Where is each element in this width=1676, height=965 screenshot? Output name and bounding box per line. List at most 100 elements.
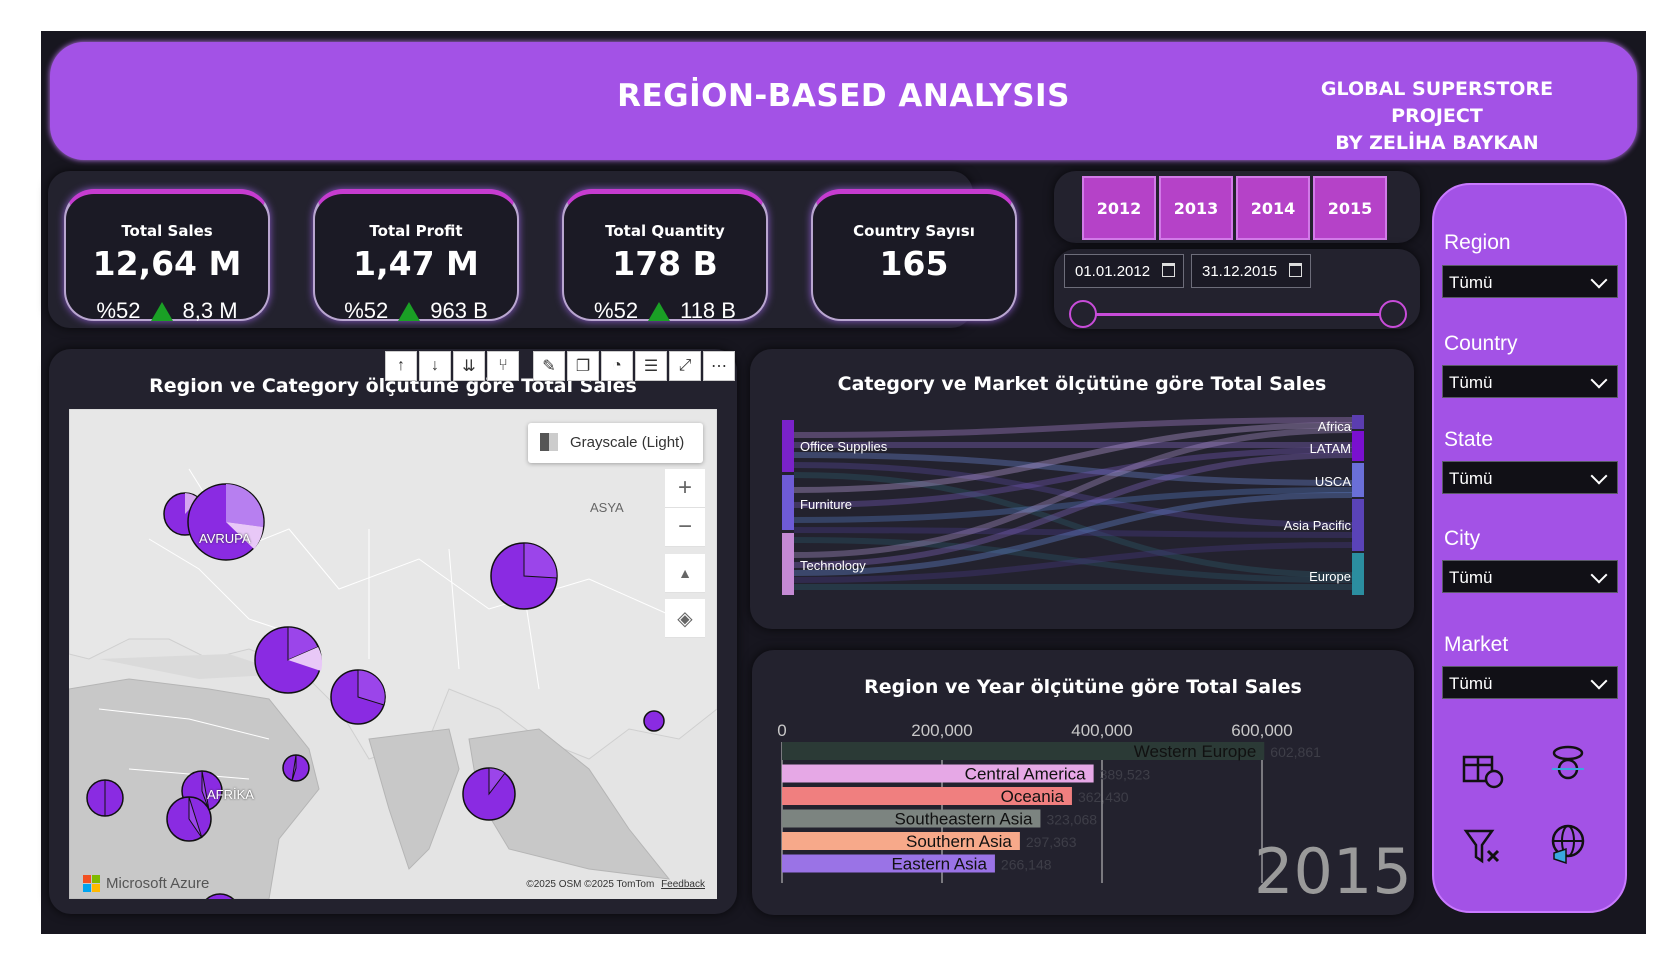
kpi-card-country-count[interactable]: Country Sayısı 165: [811, 189, 1017, 321]
up-arrow-icon: [398, 301, 421, 321]
map-style-picker[interactable]: Grayscale (Light): [528, 423, 703, 463]
sankey-node-africa[interactable]: [1352, 415, 1364, 429]
start-date-input[interactable]: 01.01.2012: [1064, 254, 1184, 288]
bar-category-label: Oceania: [1001, 787, 1065, 806]
sankey-node-furniture[interactable]: [782, 475, 794, 530]
year-button-2015[interactable]: 2015: [1313, 176, 1387, 240]
sankey-left-label-technology: Technology: [800, 558, 866, 573]
year-button-2014[interactable]: 2014: [1236, 176, 1310, 240]
date-slider-start-handle[interactable]: [1069, 300, 1097, 328]
map-style-label: Grayscale (Light): [570, 434, 685, 451]
bar-value-label: 389,523: [1100, 767, 1151, 783]
calendar-icon[interactable]: [1162, 263, 1175, 277]
focus-icon[interactable]: ⤢: [669, 351, 701, 381]
kpi-card-total-profit[interactable]: Total Profit 1,47 M %52 963 B: [313, 189, 519, 324]
sankey-left-label-office: Office Supplies: [800, 439, 888, 454]
kpi-value: 178 B: [612, 244, 718, 283]
pie-marker-africa-south: [166, 796, 212, 842]
person-filter-icon[interactable]: [1546, 743, 1590, 787]
year-button-2012[interactable]: 2012: [1082, 176, 1156, 240]
copy-icon[interactable]: ❐: [567, 351, 599, 381]
map-attribution: ©2025 OSM ©2025 TomTom Feedback: [526, 879, 705, 890]
year-button-2013[interactable]: 2013: [1159, 176, 1233, 240]
city-dropdown-value: Tümü: [1449, 568, 1493, 587]
kpi-card-total-quantity[interactable]: Total Quantity 178 B %52 118 B: [562, 189, 768, 323]
fork-icon[interactable]: ⑂: [487, 351, 519, 381]
x-tick-label: 0: [777, 722, 786, 740]
kpi-value: 1,47 M: [353, 244, 479, 283]
kpi-label: Total Quantity: [605, 222, 725, 240]
zoom-in-icon[interactable]: +: [665, 469, 705, 508]
globe-megaphone-icon[interactable]: [1546, 823, 1590, 867]
region-dropdown[interactable]: Tümü: [1442, 265, 1618, 298]
kpi-footer: %52 963 B: [315, 298, 517, 324]
sankey-node-latam[interactable]: [1352, 431, 1364, 461]
expand-all-icon[interactable]: ⇊: [453, 351, 485, 381]
filter-label-state: State: [1444, 428, 1494, 451]
state-dropdown[interactable]: Tümü: [1442, 461, 1618, 494]
date-slider-end-handle[interactable]: [1379, 300, 1407, 328]
sankey-node-technology[interactable]: [782, 533, 794, 595]
region-dropdown-value: Tümü: [1449, 273, 1493, 292]
x-tick-label: 600,000: [1231, 722, 1292, 740]
kpi-value: 165: [879, 244, 949, 283]
calendar-icon[interactable]: [1289, 263, 1302, 277]
city-dropdown[interactable]: Tümü: [1442, 560, 1618, 593]
drill-down-icon[interactable]: ↓: [419, 351, 451, 381]
microsoft-logo-icon: [83, 875, 100, 892]
more-icon[interactable]: ⋯: [703, 351, 735, 381]
sankey-node-europe[interactable]: [1352, 553, 1364, 595]
date-slider-track[interactable]: [1083, 313, 1393, 316]
land-india: [368, 728, 460, 870]
sankey-node-usca[interactable]: [1352, 463, 1364, 497]
sankey-title: Category ve Market ölçütüne göre Total S…: [837, 373, 1327, 395]
kpi-label: Total Sales: [121, 222, 213, 240]
map-feedback-link[interactable]: Feedback: [661, 879, 705, 890]
map-visual[interactable]: AVRUPA ASYA AFRİKA Grayscale (Light) + −…: [69, 409, 717, 899]
map-style-icon: [540, 433, 558, 451]
chevron-down-icon: [1590, 371, 1608, 389]
market-dropdown[interactable]: Tümü: [1442, 666, 1618, 699]
chevron-down-icon: [1590, 566, 1608, 584]
up-arrow-icon: [150, 301, 173, 321]
region-label-asia: ASYA: [590, 500, 624, 515]
filter-label-city: City: [1444, 527, 1481, 550]
drill-up-icon[interactable]: ↑: [385, 351, 417, 381]
region-label-europe: AVRUPA: [199, 531, 251, 546]
gift-filter-icon[interactable]: [1460, 747, 1504, 791]
kpi-label: Country Sayısı: [853, 222, 975, 240]
sankey-node-asia-pacific[interactable]: [1352, 499, 1364, 551]
x-tick-label: 400,000: [1071, 722, 1132, 740]
bar-value-label: 602,861: [1270, 744, 1321, 760]
country-dropdown[interactable]: Tümü: [1442, 365, 1618, 398]
pie-marker-middle-east: [254, 626, 323, 694]
compass-icon[interactable]: ◈: [665, 599, 705, 638]
pin-icon[interactable]: ✎: [533, 351, 565, 381]
country-dropdown-value: Tümü: [1449, 373, 1493, 392]
pie-marker-africa-west: [86, 779, 124, 817]
zoom-out-icon[interactable]: −: [665, 508, 705, 547]
tilt-icon[interactable]: ▲: [665, 554, 705, 593]
kpi-card-total-sales[interactable]: Total Sales 12,64 M %52 8,3 M: [64, 189, 270, 323]
project-subtitle: GLOBAL SUPERSTORE PROJECT BY ZELİHA BAYK…: [1277, 76, 1597, 157]
sankey-node-office-supplies[interactable]: [782, 420, 794, 472]
clear-filter-icon[interactable]: [1462, 825, 1506, 869]
sankey-right-label-europe: Europe: [1309, 569, 1351, 584]
kpi-delta: 963 B: [430, 298, 488, 323]
filter-icon[interactable]: ☰: [635, 351, 667, 381]
bell-icon[interactable]: ◔: [601, 351, 633, 381]
map-copyright: ©2025 OSM ©2025 TomTom: [526, 879, 655, 890]
end-date-value: 31.12.2015: [1202, 263, 1278, 280]
pie-marker-europe: [187, 483, 265, 561]
filter-label-market: Market: [1444, 633, 1509, 656]
sankey-right-label-usca: USCA: [1314, 474, 1351, 489]
kpi-delta: 8,3 M: [182, 298, 238, 323]
visual-toolbar: ↑ ↓ ⇊ ⑂ ✎ ❐ ◔ ☰ ⤢ ⋯: [385, 351, 735, 383]
pie-marker-central-asia: [490, 542, 558, 610]
end-date-input[interactable]: 31.12.2015: [1191, 254, 1311, 288]
kpi-panel: Total Sales 12,64 M %52 8,3 M Total Profi…: [48, 171, 1017, 328]
pie-marker-east-africa: [282, 754, 310, 782]
kpi-delta: 118 B: [680, 298, 736, 323]
pie-marker-southeast-asia: [462, 767, 516, 821]
